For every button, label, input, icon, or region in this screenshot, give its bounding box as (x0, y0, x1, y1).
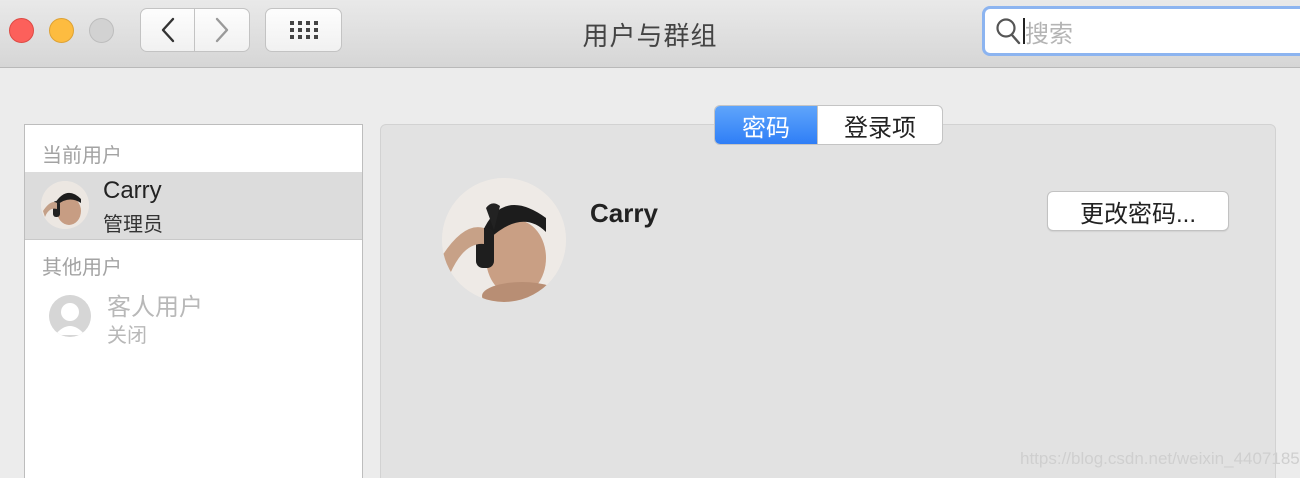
grid-icon (289, 21, 318, 39)
change-password-button[interactable]: 更改密码... (1047, 191, 1229, 231)
tab-password[interactable]: 密码 (715, 106, 817, 144)
watermark-text: https://blog.csdn.net/weixin_44071851 (1020, 449, 1300, 468)
chevron-right-icon (215, 17, 229, 43)
tab-bar: 密码 登录项 (714, 105, 943, 145)
close-window-button[interactable] (9, 18, 34, 43)
tab-login-items[interactable]: 登录项 (817, 106, 942, 144)
minimize-window-button[interactable] (49, 18, 74, 43)
current-users-header: 当前用户 (42, 145, 122, 167)
guest-user-name[interactable]: 客人用户 (107, 287, 203, 322)
window-title: 用户与群组 (582, 21, 718, 51)
user-list-sidebar: 当前用户 Carry 管理员 其他用户 客人用户 关闭 (24, 124, 363, 478)
user-name: Carry (103, 177, 162, 204)
user-avatar-large[interactable] (442, 178, 566, 302)
other-users-header: 其他用户 (42, 257, 122, 279)
avatar (41, 181, 89, 229)
search-icon (996, 18, 1021, 45)
back-button[interactable] (140, 8, 195, 52)
guest-user-icon (49, 295, 91, 337)
window-toolbar: 用户与群组 搜索 (0, 0, 1300, 68)
guest-user-status: 关闭 (107, 325, 147, 347)
user-row-current[interactable]: Carry 管理员 (25, 172, 362, 240)
search-placeholder: 搜索 (1025, 20, 1073, 48)
user-role: 管理员 (103, 214, 163, 236)
show-all-button[interactable] (265, 8, 342, 52)
zoom-window-button[interactable] (89, 18, 114, 43)
search-field[interactable]: 搜索 (982, 6, 1300, 56)
account-name: Carry (590, 198, 658, 228)
forward-button[interactable] (195, 8, 250, 52)
chevron-left-icon (161, 17, 174, 43)
